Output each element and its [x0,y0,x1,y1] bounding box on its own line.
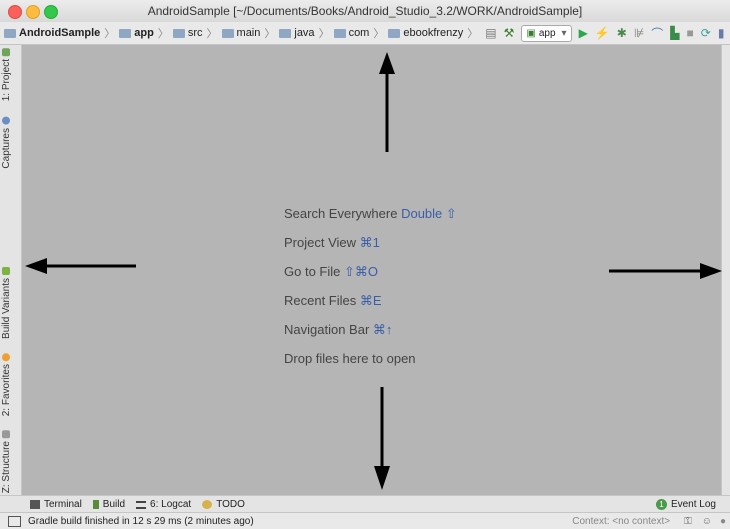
todo-icon [202,500,213,509]
tab-terminal[interactable]: Terminal [30,499,82,510]
build-icon [92,500,99,509]
annotation-arrows [25,52,722,490]
tab-build[interactable]: Build [92,499,125,510]
arrow-up [379,52,395,152]
arrow-left [25,258,136,274]
event-count-badge: 1 [655,499,667,510]
lock-icon[interactable]: ⚿ [684,516,692,527]
terminal-icon [30,500,40,509]
status-bar: Gradle build finished in 12 s 29 ms (2 m… [0,512,730,529]
memory-indicator-icon[interactable]: ● [720,516,726,527]
tab-logcat[interactable]: 6: Logcat [136,499,191,510]
bottom-tool-window-bar: Terminal Build 6: Logcat TODO 1 Event Log [0,495,730,513]
arrow-down [374,387,390,490]
inspector-icon[interactable]: ☺ [702,516,712,527]
logcat-icon [136,500,147,509]
tab-todo[interactable]: TODO [202,499,245,510]
status-message[interactable]: Gradle build finished in 12 s 29 ms (2 m… [28,516,254,527]
arrow-right [609,263,722,279]
toggle-tool-windows-icon[interactable] [8,515,21,527]
context-indicator[interactable]: Context: <no context> [572,516,670,527]
tab-event-log[interactable]: 1 Event Log [655,499,716,510]
